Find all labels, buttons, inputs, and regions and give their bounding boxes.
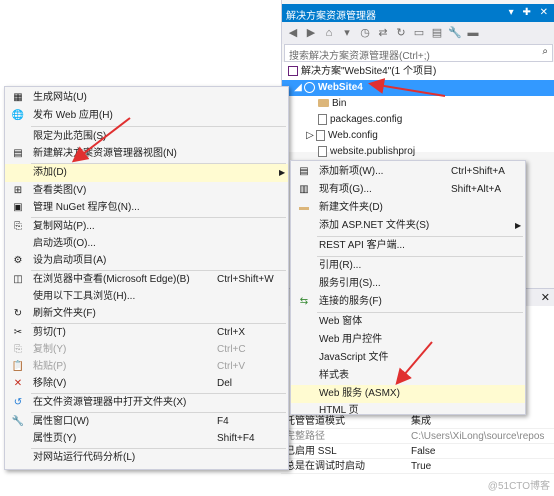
arrow-to-website4: [368, 78, 446, 97]
arrow-to-add-menu: [71, 117, 131, 163]
arrow-to-web-service: [395, 341, 433, 386]
annotation-arrows: [71, 78, 446, 386]
